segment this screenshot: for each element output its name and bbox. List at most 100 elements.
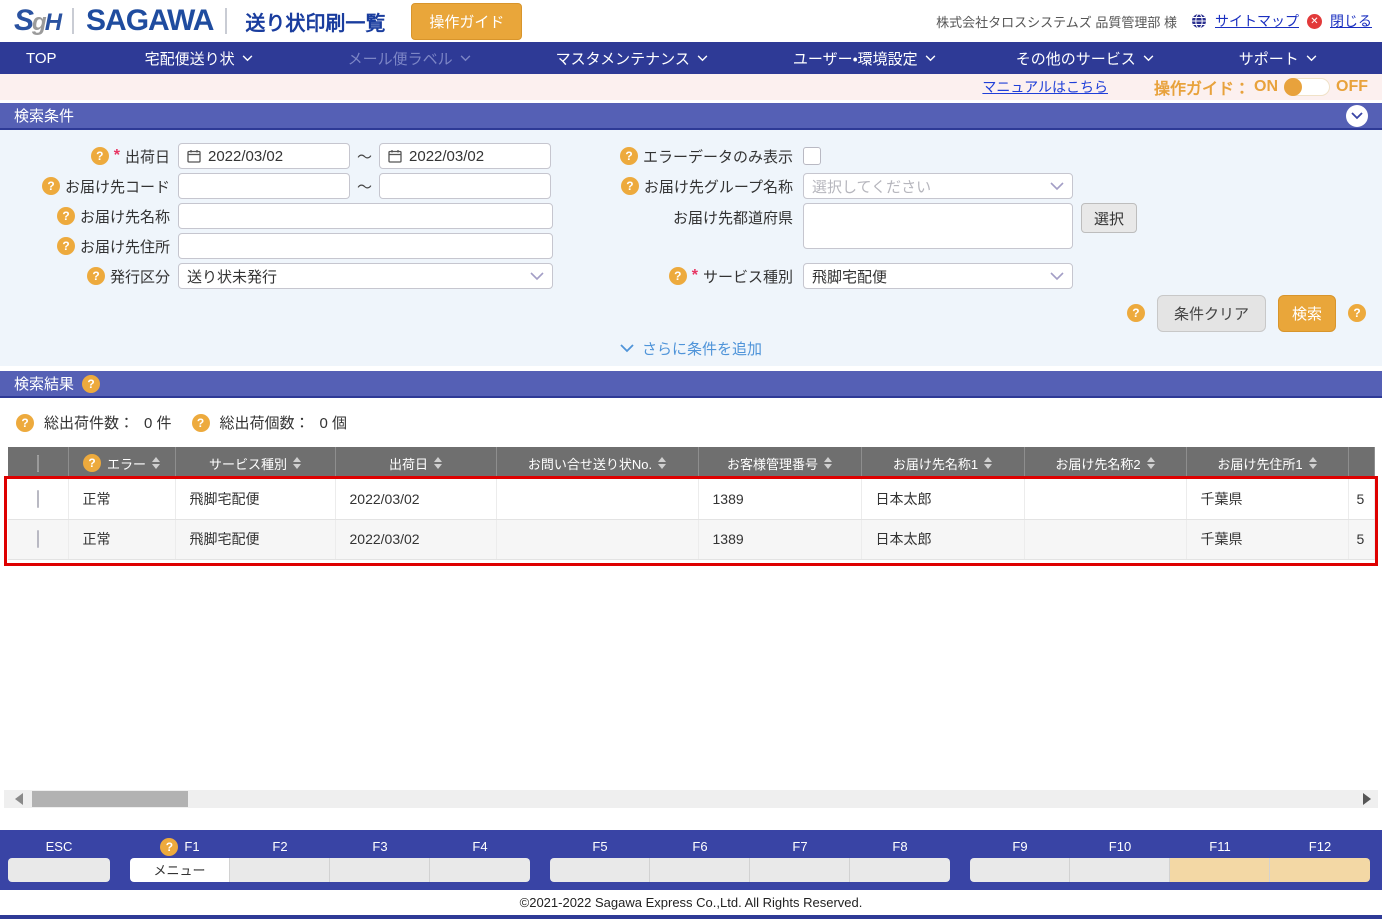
clear-conditions-button[interactable]: 条件クリア [1157,295,1266,332]
operation-guide-button[interactable]: 操作ガイド [411,3,522,40]
col-header-tracking-no[interactable]: お問い合せ送り状No. [496,447,698,479]
results-empty-area [0,560,1382,790]
fkey-slot-f8 [850,858,950,882]
dest-code-from-input[interactable] [178,173,350,199]
nav-item-support[interactable]: サポート [1239,48,1317,69]
col-header-name2[interactable]: お届け先名称2 [1024,447,1186,479]
search-form-left: ?*出荷日 2022/03/02 ～ 2022/03/02 ?お届け先コード ～… [0,143,585,293]
dest-code-to-input[interactable] [379,173,551,199]
dest-addr-label: お届け先住所 [80,236,170,257]
help-icon[interactable]: ? [83,454,101,472]
issue-type-select[interactable]: 送り状未発行 [178,263,553,289]
field-label: ?発行区分 [0,266,178,287]
bottom-strip [0,915,1382,919]
help-icon[interactable]: ? [91,147,109,165]
nav-item-other-services[interactable]: その他のサービス [1016,48,1154,69]
total-shipments-value: 0 件 [144,412,172,433]
service-type-select[interactable]: 飛脚宅配便 [803,263,1073,289]
scrollbar-thumb[interactable] [32,791,188,807]
chevron-down-icon [1143,55,1154,62]
nav-item-user-environment[interactable]: ユーザー・環境設定 [793,48,936,69]
pref-select-button[interactable]: 選択 [1081,203,1137,233]
field-label: ? お届け先グループ名称 [585,176,803,197]
col-header-customer-no[interactable]: お客様管理番号 [698,447,861,479]
close-link[interactable]: 閉じる [1330,11,1372,31]
sort-icon [293,457,301,469]
cell-ship-date: 2022/03/02 [335,479,496,519]
col-header-label: エラー [107,454,146,473]
help-icon[interactable]: ? [87,267,105,285]
help-icon[interactable]: ? [1127,304,1145,322]
fkey-f12: F12 [1270,836,1370,890]
cell-tracking-no [496,519,698,559]
fkey-f9: F9 [970,836,1070,890]
error-only-checkbox[interactable] [803,147,821,165]
fkey-f8: F8 [850,836,950,890]
horizontal-scrollbar[interactable] [4,790,1378,808]
error-only-label: エラーデータのみ表示 [643,146,793,167]
row-checkbox[interactable] [37,490,39,508]
help-icon[interactable]: ? [192,414,210,432]
help-icon[interactable]: ? [669,267,687,285]
cell-name1: 日本太郎 [861,479,1024,519]
sitemap-link[interactable]: サイトマップ [1215,11,1299,31]
table-row[interactable]: 正常 飛脚宅配便 2022/03/02 1389 日本太郎 千葉県 5 [8,519,1374,559]
ship-date-label: 出荷日 [125,146,170,167]
guide-toggle[interactable] [1284,78,1330,96]
calendar-icon [388,149,402,163]
select-all-checkbox[interactable] [37,455,39,472]
fkey-label: F3 [330,836,430,858]
table-row[interactable]: 正常 飛脚宅配便 2022/03/02 1389 日本太郎 千葉県 5 [8,479,1374,519]
dest-pref-label: お届け先都道府県 [673,207,793,228]
fkey-f10: F10 [1070,836,1170,890]
fkey-f11: F11 [1170,836,1270,890]
col-header-error[interactable]: ? エラー [68,447,175,479]
help-icon[interactable]: ? [57,237,75,255]
dest-name-input[interactable] [178,203,553,229]
main-navigation: TOP 宅配便送り状 メール便ラベル マスタメンテナンス ユーザー・環境設定 そ… [0,42,1382,74]
nav-item-takuhaibin-invoice[interactable]: 宅配便送り状 [145,48,253,69]
dest-pref-textarea[interactable] [803,203,1073,249]
help-icon[interactable]: ? [160,838,178,856]
col-header-ship-date[interactable]: 出荷日 [335,447,496,479]
menu-function-button[interactable]: メニュー [130,858,230,882]
search-button[interactable]: 検索 [1278,295,1336,332]
search-form-right: ?エラーデータのみ表示 ?お届け先グループ名称 選択してください お届け先都道府… [585,143,1382,293]
scroll-left-arrow[interactable] [12,792,26,806]
ship-date-from-input[interactable]: 2022/03/02 [178,143,350,169]
help-icon[interactable]: ? [42,177,60,195]
help-icon[interactable]: ? [1348,304,1366,322]
fkey-slot-f12 [1270,858,1370,882]
dest-group-select[interactable]: 選択してください [803,173,1073,199]
col-header-name1[interactable]: お届け先名称1 [861,447,1024,479]
ship-date-to-value: 2022/03/02 [409,148,484,165]
dest-addr-row: ? お届け先住所 [0,233,585,259]
ship-date-to-input[interactable]: 2022/03/02 [379,143,551,169]
results-summary: ? 総出荷件数： 0 件 ? 総出荷個数： 0 個 [0,398,1382,447]
sort-icon [434,457,442,469]
col-header-addr1[interactable]: お届け先住所1 [1186,447,1348,479]
add-conditions-link[interactable]: さらに条件を追加 [0,333,1382,363]
chevron-down-icon [460,55,471,62]
sort-icon [152,457,160,469]
help-icon[interactable]: ? [621,177,639,195]
collapse-panel-button[interactable] [1346,105,1368,127]
help-icon[interactable]: ? [82,375,100,393]
help-icon[interactable]: ? [57,207,75,225]
manual-link[interactable]: マニュアルはこちら [982,77,1108,97]
row-checkbox[interactable] [37,530,39,548]
nav-item-master-maintenance[interactable]: マスタメンテナンス [556,48,708,69]
help-icon[interactable]: ? [620,147,638,165]
field-label: ?お届け先名称 [0,206,178,227]
dest-addr-input[interactable] [178,233,553,259]
calendar-icon [187,149,201,163]
nav-label: 宅配便送り状 [145,48,235,69]
toggle-knob [1284,78,1302,96]
sub-strip: マニュアルはこちら 操作ガイド：ON OFF [0,74,1382,100]
help-icon[interactable]: ? [16,414,34,432]
nav-item-top[interactable]: TOP [26,50,57,67]
dest-group-label: お届け先グループ名称 [644,176,793,197]
col-header-service[interactable]: サービス種別 [175,447,335,479]
fkey-label: F7 [750,836,850,858]
scroll-right-arrow[interactable] [1360,792,1374,806]
